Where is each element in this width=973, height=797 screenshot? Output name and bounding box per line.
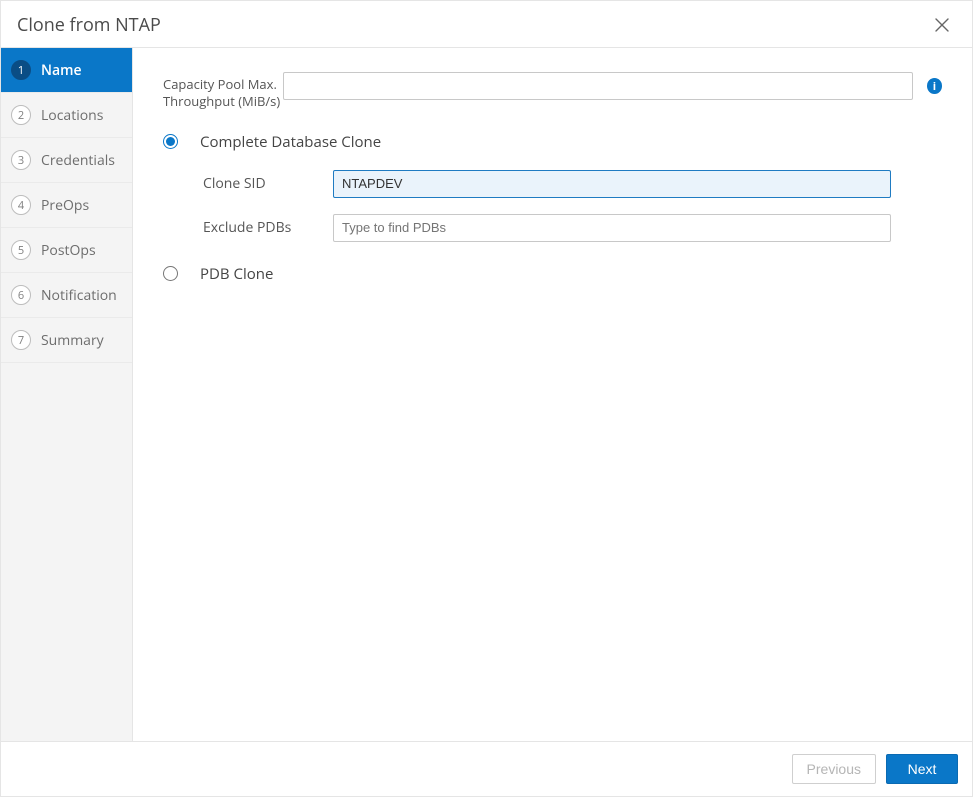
complete-clone-fields: Clone SID Exclude PDBs [203,170,942,258]
step-label: Name [41,61,82,80]
step-number: 1 [11,60,31,80]
capacity-pool-row: Capacity Pool Max. Throughput (MiB/s) i [163,72,942,110]
dialog-body: 1 Name 2 Locations 3 Credentials 4 PreOp… [1,48,972,741]
dialog-footer: Previous Next [1,741,972,796]
clone-sid-label: Clone SID [203,174,333,193]
clone-sid-input[interactable] [333,170,891,198]
dialog-title: Clone from NTAP [17,13,161,37]
next-button[interactable]: Next [886,754,958,784]
wizard-sidebar: 1 Name 2 Locations 3 Credentials 4 PreOp… [1,48,133,741]
step-number: 7 [11,330,31,350]
capacity-pool-label: Capacity Pool Max. Throughput (MiB/s) [163,72,283,110]
info-icon[interactable]: i [927,78,942,94]
step-preops[interactable]: 4 PreOps [1,183,132,228]
complete-clone-radio[interactable] [163,134,178,149]
previous-button[interactable]: Previous [792,754,876,784]
step-number: 3 [11,150,31,170]
step-label: Credentials [41,151,115,170]
step-credentials[interactable]: 3 Credentials [1,138,132,183]
capacity-pool-input[interactable] [283,72,913,100]
step-number: 6 [11,285,31,305]
close-icon [935,18,949,32]
close-button[interactable] [928,11,956,39]
step-summary[interactable]: 7 Summary [1,318,132,363]
clone-dialog: Clone from NTAP 1 Name 2 Locations 3 Cre… [0,0,973,797]
capacity-pool-control: i [283,72,942,100]
exclude-pdbs-row: Exclude PDBs [203,214,942,242]
main-panel: Capacity Pool Max. Throughput (MiB/s) i … [133,48,972,741]
step-notification[interactable]: 6 Notification [1,273,132,318]
step-label: Summary [41,331,104,350]
step-label: Locations [41,106,103,125]
step-postops[interactable]: 5 PostOps [1,228,132,273]
complete-clone-option: Complete Database Clone [163,132,942,152]
step-label: PreOps [41,196,89,215]
pdb-clone-option: PDB Clone [163,264,942,284]
clone-sid-row: Clone SID [203,170,942,198]
step-label: Notification [41,286,117,305]
step-number: 4 [11,195,31,215]
step-number: 5 [11,240,31,260]
step-name[interactable]: 1 Name [1,48,132,93]
complete-clone-label: Complete Database Clone [200,132,381,152]
pdb-clone-label: PDB Clone [200,264,273,284]
step-locations[interactable]: 2 Locations [1,93,132,138]
dialog-header: Clone from NTAP [1,1,972,48]
pdb-clone-radio[interactable] [163,266,178,281]
exclude-pdbs-input[interactable] [333,214,891,242]
step-number: 2 [11,105,31,125]
step-label: PostOps [41,241,96,260]
exclude-pdbs-label: Exclude PDBs [203,218,333,237]
